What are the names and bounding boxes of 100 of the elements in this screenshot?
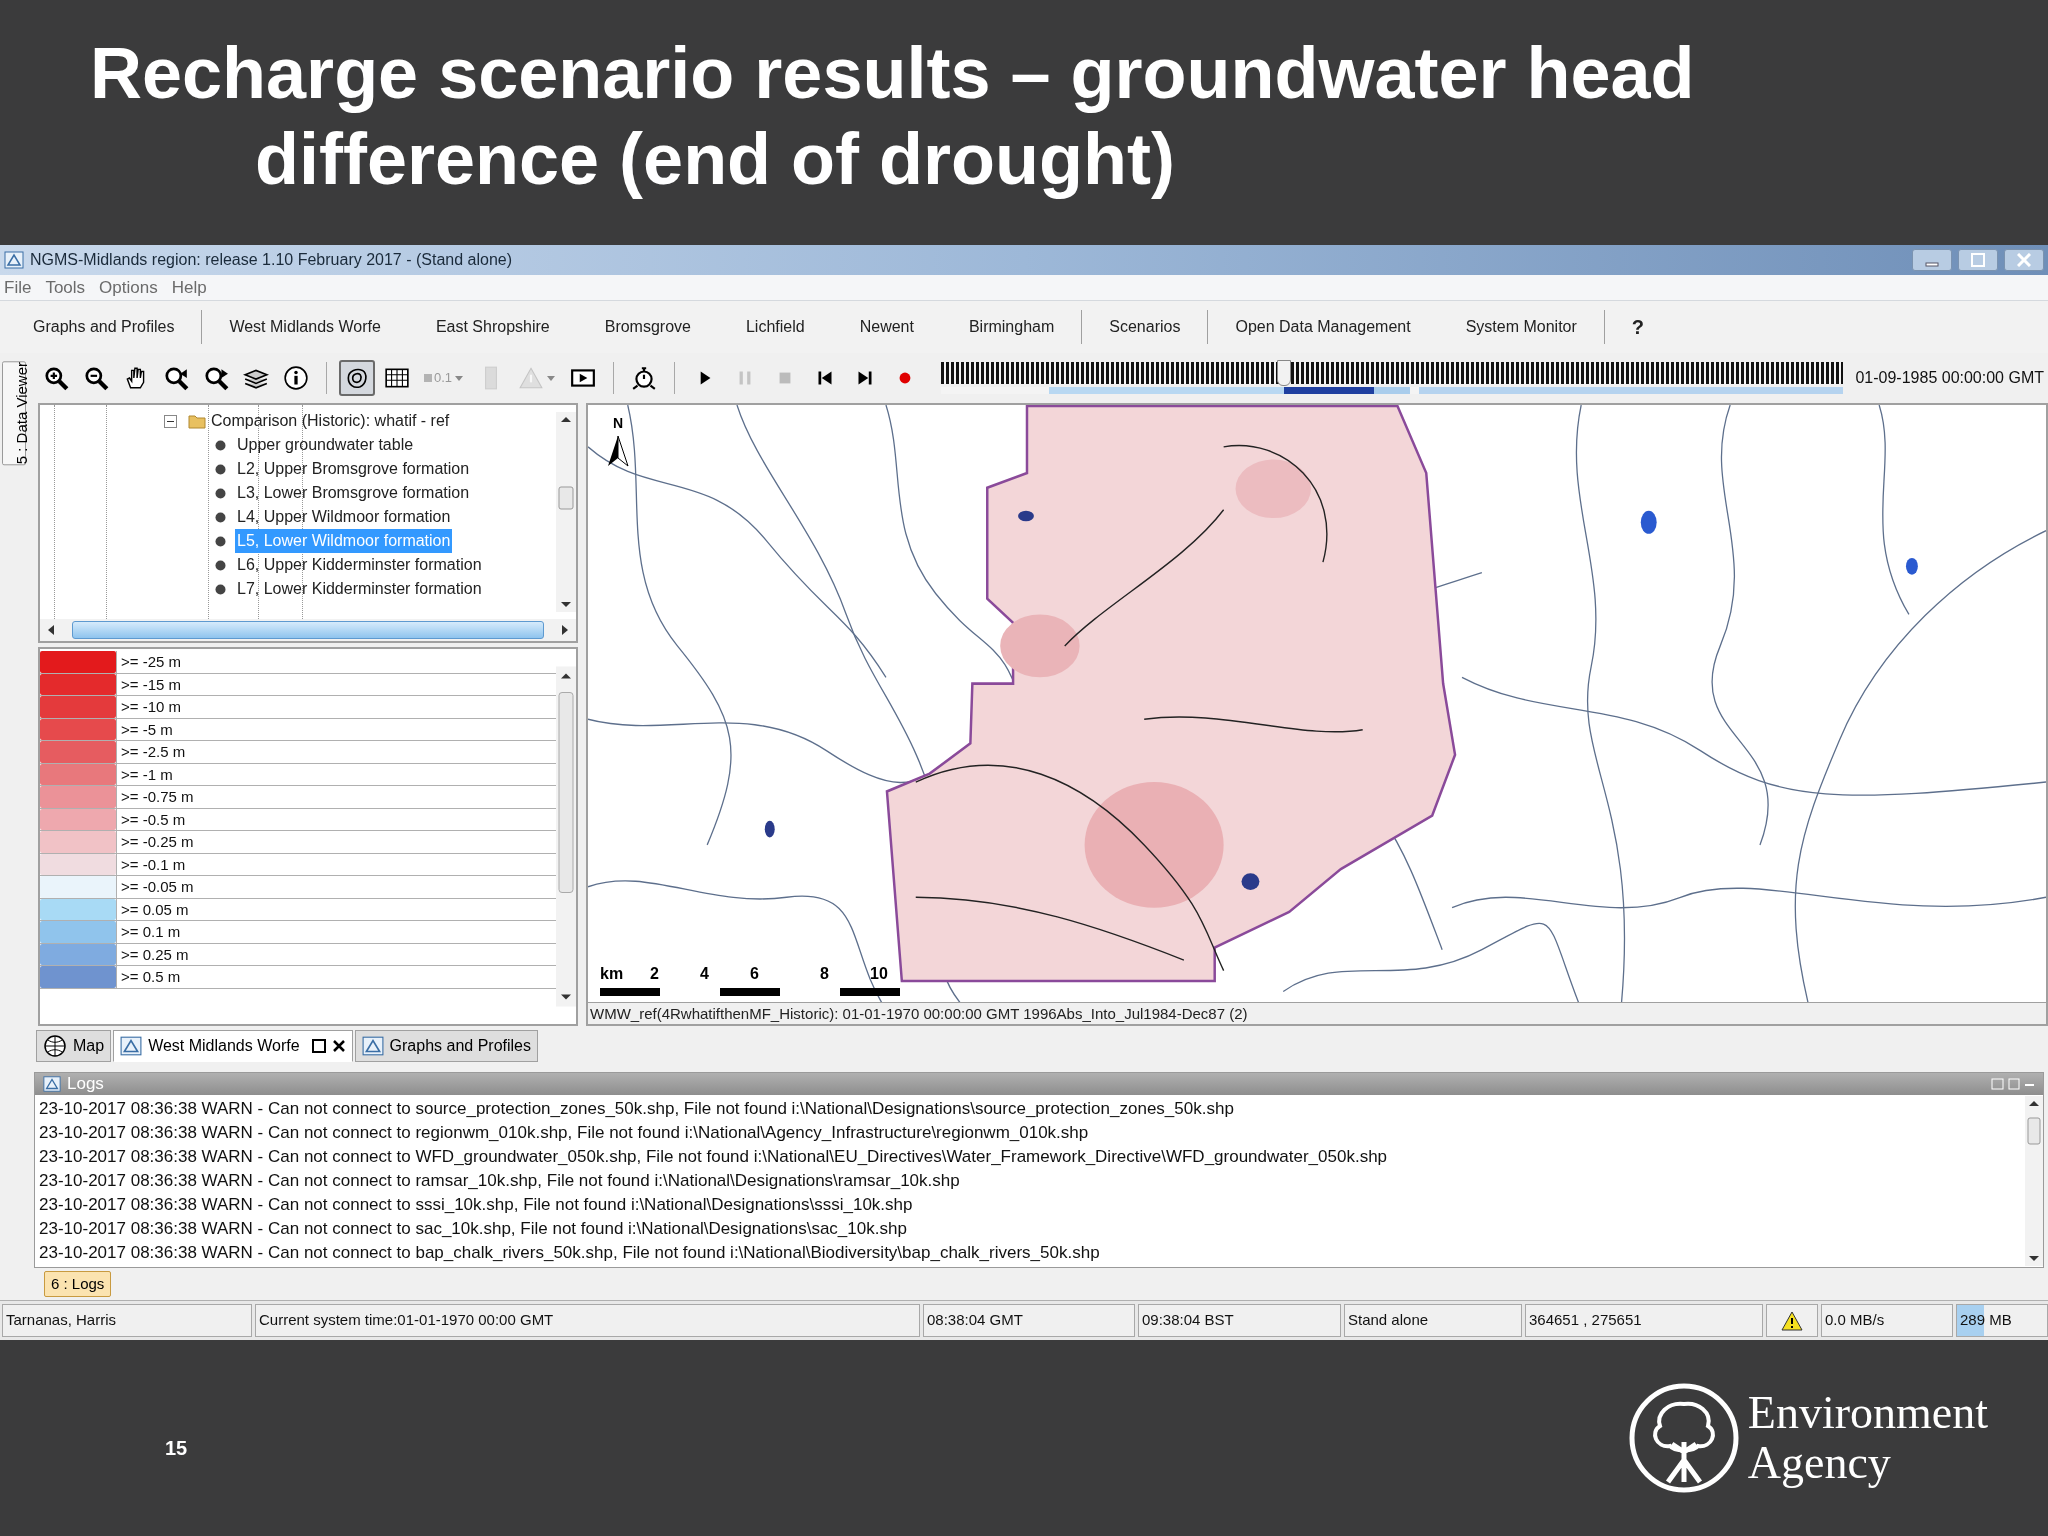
scrollbar[interactable] (40, 619, 576, 641)
status-field: Tarnanas, Harris (2, 1304, 252, 1337)
caret-icon (546, 374, 557, 382)
maximize-icon[interactable] (311, 1039, 326, 1053)
zoom-next-icon (203, 365, 229, 391)
window-controls-icon[interactable] (1991, 1077, 2035, 1091)
nav-tab[interactable]: Lichfield (718, 310, 833, 344)
log-line: 23-10-2017 08:36:38 WARN - Can not connect to ramsar_10k.shp, File not found i:\National\Designations\ramsar_10k.shp (39, 1170, 961, 1192)
status-field: 08:38:04 GMT (923, 1304, 1135, 1337)
app-icon (43, 1075, 61, 1093)
scale-label: 2 (650, 964, 659, 984)
bullet-icon (214, 486, 227, 500)
nav-tab[interactable]: East Shropshire (408, 310, 578, 344)
left-arrow-icon[interactable] (46, 624, 56, 636)
warning-icon (1781, 1310, 1803, 1331)
slider-thumb[interactable] (1276, 360, 1291, 386)
view-tab[interactable]: Map (36, 1030, 112, 1062)
scale-label: 6 (750, 964, 759, 984)
nav-tab[interactable]: Scenarios (1082, 310, 1209, 344)
square-icon (424, 373, 432, 383)
bullet-icon (214, 510, 227, 524)
scale-label: 10 (870, 964, 888, 984)
scale-label: km (600, 964, 624, 984)
slide-title: Recharge scenario results – groundwater head (90, 32, 1696, 115)
bullet-icon (214, 558, 227, 572)
bullet-icon (214, 582, 227, 596)
logo-text: Agency (1747, 1438, 1892, 1488)
log-line: 23-10-2017 08:36:38 WARN - Can not connect to sssi_10k.shp, File not found i:\National\Designations\sssi_10k.shp (39, 1194, 914, 1216)
maximize-icon (1971, 253, 1985, 267)
zoom-in-icon (43, 365, 69, 391)
warning-icon (518, 365, 545, 391)
panel-title: Logs (67, 1073, 104, 1096)
menu-item[interactable]: File (4, 274, 32, 301)
status-field: 364651 , 275651 (1525, 1304, 1763, 1337)
side-tab[interactable]: 5 : Data Viewer (2, 361, 26, 466)
globe-icon (43, 1034, 67, 1058)
log-line: 23-10-2017 08:36:38 WARN - Can not connect to sac_10k.shp, File not found i:\National\Designations\sac_10k.shp (39, 1218, 908, 1240)
status-field: Stand alone (1344, 1304, 1522, 1337)
tree-item[interactable]: L3, Lower Bromsgrove formation (235, 481, 472, 505)
nav-tab[interactable]: Newent (832, 310, 942, 344)
nav-tab[interactable]: Open Data Management (1208, 310, 1439, 344)
nav-tab[interactable]: Birmingham (941, 310, 1083, 344)
app-icon (4, 250, 24, 270)
logs-tab[interactable]: 6 : Logs (44, 1271, 112, 1297)
nav-tab[interactable]: ? (1604, 310, 1672, 344)
north-label: N (612, 414, 624, 433)
north-arrow-icon (606, 434, 630, 468)
status-cell[interactable] (1766, 1304, 1818, 1337)
info-icon (283, 365, 309, 391)
nav-tab[interactable]: Graphs and Profiles (6, 310, 203, 344)
status-field: 289 MB (1956, 1304, 2048, 1337)
bullet-icon (214, 534, 227, 548)
time-slider[interactable] (941, 362, 1844, 384)
scale-label: 4 (700, 964, 709, 984)
status-field: Current system time:01-01-1970 00:00 GMT (255, 1304, 920, 1337)
app-icon (361, 1035, 384, 1057)
log-line: 23-10-2017 08:36:38 WARN - Can not connect to regionwm_010k.shp, File not found i:\National\Agency_Infrastructure\regionwm_010k.shp (39, 1122, 1090, 1144)
view-tab[interactable]: Graphs and Profiles (354, 1030, 538, 1062)
slide-title: difference (end of drought) (254, 118, 1176, 201)
log-line: 23-10-2017 08:36:38 WARN - Can not connect to source_protection_zones_50k.shp, File not found i:\National\Designations\source_protection_zones_50k.shp (39, 1098, 1235, 1120)
zoom-out-icon (83, 365, 109, 391)
menu-item[interactable]: Tools (45, 274, 86, 301)
map-caption: WMW_ref(4RwhatifthenMF_Historic): 01-01-1970 00:00:00 GMT 1996Abs_Into_Jul1984-Dec87 (2) (588, 1002, 2046, 1024)
close-icon (2017, 253, 2031, 267)
tree-item[interactable]: L6, Upper Kidderminster formation (235, 553, 484, 577)
tree-item[interactable]: Upper groundwater table (235, 433, 416, 457)
page-number: 15 (165, 1436, 188, 1461)
tree-logo-icon (1627, 1382, 1740, 1494)
app-icon (120, 1035, 143, 1057)
toolbar-button[interactable] (339, 360, 375, 396)
close-icon[interactable] (331, 1039, 346, 1053)
tree-item[interactable]: L2, Upper Bromsgrove formation (235, 457, 472, 481)
nav-tab[interactable]: West Midlands Worfe (202, 310, 409, 344)
tree-item[interactable]: L7, Lower Kidderminster formation (235, 577, 484, 601)
log-line: 23-10-2017 08:36:38 WARN - Can not connect to WFD_groundwater_050k.shp, File not found i:\National\EU_Directives\Water_Framework_Directive\WFD_groundwater_050k.shp (39, 1146, 1389, 1168)
caret-icon (454, 374, 465, 382)
log-line: 23-10-2017 08:36:38 WARN - Can not connect to bap_chalk_rivers_50k.shp, File not found i:\National\Biodiversity\bap_chalk_rivers_50k.shp (39, 1242, 1101, 1264)
nav-tab[interactable]: System Monitor (1438, 310, 1605, 344)
stopwatch-icon (631, 365, 658, 391)
scale-label: 8 (820, 964, 829, 984)
scrollbar-thumb[interactable] (72, 621, 544, 639)
window-title: NGMS-Midlands region: release 1.10 February 2017 - (Stand alone) (30, 250, 513, 270)
zoom-previous-icon (163, 365, 189, 391)
status-field: 0.0 MB/s (1821, 1304, 1953, 1337)
tree-item[interactable]: L4, Upper Wildmoor formation (235, 505, 453, 529)
scrollbar[interactable] (2025, 1095, 2043, 1267)
right-arrow-icon[interactable] (560, 624, 570, 636)
maximize-button[interactable] (1958, 249, 1998, 271)
logo-text: Environment (1747, 1388, 1988, 1438)
menu-item[interactable]: Help (171, 274, 207, 301)
close-button[interactable] (2004, 249, 2044, 271)
tree-item[interactable]: Comparison (Historic): whatif - ref (211, 409, 450, 433)
bullet-icon (214, 462, 227, 476)
minimize-icon (1925, 261, 1939, 267)
bullet-icon (214, 438, 227, 452)
collapse-icon[interactable] (164, 414, 177, 428)
view-tab[interactable]: West Midlands Worfe (113, 1030, 353, 1062)
time-label: 01-09-1985 00:00:00 GMT (1855, 368, 2044, 388)
menu-item[interactable]: Options (99, 274, 158, 301)
nav-tab[interactable]: Bromsgrove (577, 310, 719, 344)
